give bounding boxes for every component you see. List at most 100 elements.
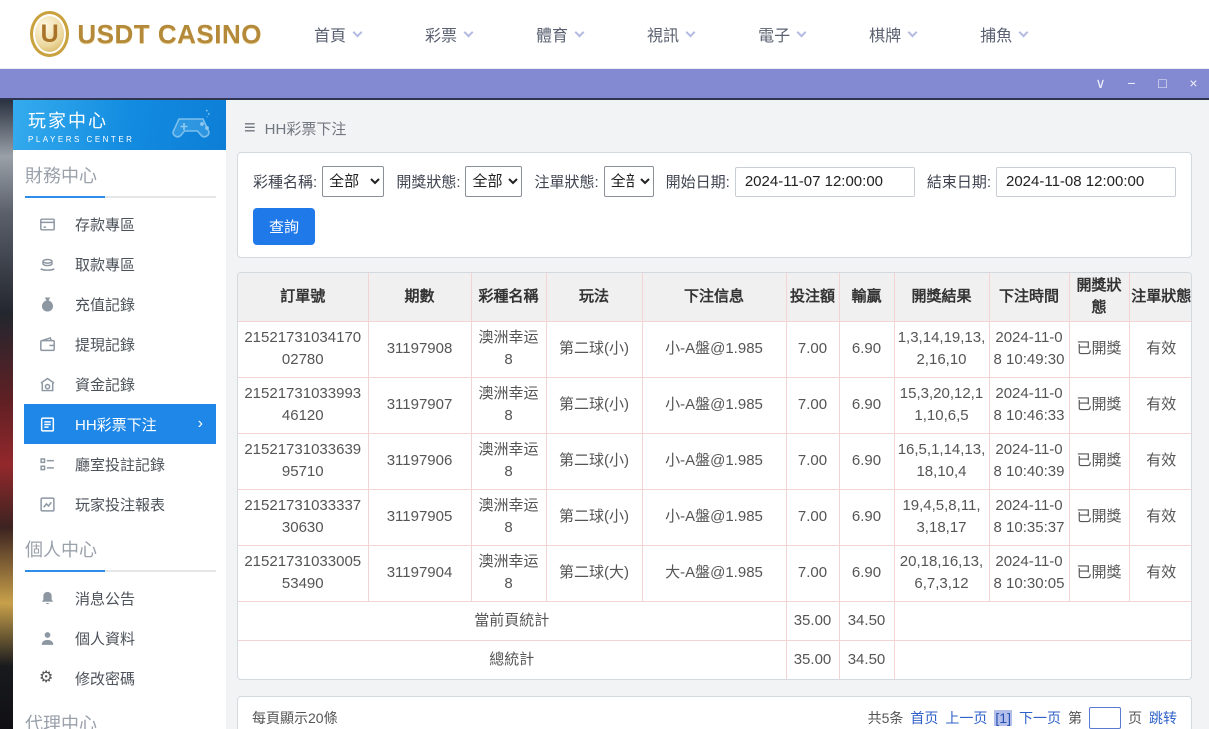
main-nav: 首頁 彩票 體育 視訊 電子 棋牌 捕魚 <box>314 22 1029 46</box>
first-page-link[interactable]: 首页 <box>910 708 938 728</box>
summary-winloss-total: 34.50 <box>838 600 895 641</box>
table-cell: 1,3,14,19,13,2,16,10 <box>893 320 990 378</box>
column-header: 下注信息 <box>641 273 787 322</box>
person-icon <box>39 630 56 647</box>
sidebar-item[interactable]: 消息公告 <box>24 578 216 618</box>
lottery-name-label: 彩種名稱: <box>253 174 318 191</box>
table-cell: 6.90 <box>838 544 895 602</box>
column-header: 開獎結果 <box>893 273 990 322</box>
nav-item-label: 捕魚 <box>980 28 1013 45</box>
jump-button[interactable]: 跳转 <box>1149 708 1177 728</box>
sidebar-item[interactable]: HH彩票下注 › <box>24 404 216 444</box>
table-cell: 2152173103300553490 <box>238 544 369 602</box>
close-icon[interactable]: × <box>1178 69 1209 98</box>
column-header: 彩種名稱 <box>470 273 547 322</box>
sidebar-item[interactable]: 廳室投註記錄 <box>24 444 216 484</box>
prev-page-link[interactable]: 上一页 <box>945 708 987 728</box>
nav-item[interactable]: 棋牌 <box>869 22 918 46</box>
summary-empty-cell <box>893 600 1191 641</box>
room-records-icon <box>39 456 56 473</box>
nav-item[interactable]: 首頁 <box>314 22 363 46</box>
sidebar-item-label: 提現記錄 <box>75 336 136 354</box>
lottery-name-select[interactable]: 全部 <box>322 166 385 197</box>
search-button[interactable]: 查詢 <box>253 208 316 245</box>
start-date-input[interactable] <box>734 166 915 197</box>
sidebar-item-label: HH彩票下注 <box>75 416 157 434</box>
draw-status-select[interactable]: 全部 <box>465 166 523 197</box>
table-row: 2152173103363995710 31197906 澳洲幸运8 第二球(小) 小-… <box>238 432 1191 490</box>
column-header: 訂單號 <box>238 273 369 322</box>
withdrawal-record-icon <box>39 336 56 353</box>
table-cell: 2024-11-08 10:46:33 <box>988 376 1070 434</box>
sidebar-menu: 存款專區 取款專區充值記錄提現記錄資金記錄 HH彩票下注 › 廳室投註記錄玩家投注報表 <box>13 204 226 524</box>
window-controls: ∨ − □ × <box>1085 69 1209 98</box>
summary-row: 當前頁統計 35.00 34.50 <box>238 600 1191 641</box>
end-date-label: 結束日期: <box>926 174 991 191</box>
sidebar-section-title: 財務中心 <box>25 166 97 186</box>
end-date-input[interactable] <box>996 166 1176 197</box>
sidebar-item[interactable]: 個人資料 <box>24 618 216 658</box>
chevron-down-icon[interactable]: ∨ <box>1085 69 1116 98</box>
table-row: 2152173103300553490 31197904 澳洲幸运8 第二球(大) 大-… <box>238 544 1191 602</box>
table-cell: 大-A盤@1.985 <box>641 544 787 602</box>
minimize-icon[interactable]: − <box>1116 69 1147 98</box>
next-page-link[interactable]: 下一页 <box>1019 708 1061 728</box>
nav-item[interactable]: 捕魚 <box>980 22 1029 46</box>
workspace: 玩家中心 PLAYERS CENTER 財務中心存款專區 取款專區充值記錄提現記錄… <box>0 100 1209 729</box>
nav-item[interactable]: 體育 <box>536 22 585 46</box>
report-icon <box>39 496 56 513</box>
sidebar-item[interactable]: 玩家投注報表 <box>24 484 216 524</box>
table-cell: 19,4,5,8,11,3,18,17 <box>893 488 990 546</box>
jump-page-input[interactable] <box>1089 707 1121 729</box>
sidebar-item[interactable]: 提現記錄 <box>24 324 216 364</box>
table-cell: 已開獎 <box>1068 376 1130 434</box>
gamepad-icon <box>166 107 218 148</box>
order-status-select[interactable]: 全部 <box>603 166 654 197</box>
order-status-label: 注單狀態: <box>534 174 599 191</box>
nav-item[interactable]: 彩票 <box>425 22 474 46</box>
sidebar-item[interactable]: 存款專區 <box>24 204 216 244</box>
column-header: 期數 <box>367 273 472 322</box>
menu-toggle-icon[interactable]: ≡ <box>244 118 256 138</box>
sidebar-item-label: 充值記錄 <box>75 296 136 314</box>
current-page-indicator[interactable]: [1] <box>994 710 1012 726</box>
players-center-banner: 玩家中心 PLAYERS CENTER <box>13 100 226 150</box>
nav-item[interactable]: 電子 <box>758 22 807 46</box>
site-logo[interactable]: U USDT CASINO <box>30 11 262 57</box>
table-cell: 有效 <box>1128 488 1191 546</box>
table-cell: 已開獎 <box>1068 432 1130 490</box>
nav-item-label: 首頁 <box>314 28 347 45</box>
table-cell: 6.90 <box>838 320 895 378</box>
recharge-record-icon <box>39 296 56 313</box>
sidebar-item[interactable]: 取款專區 <box>24 244 216 284</box>
sidebar-item-label: 廳室投註記錄 <box>75 456 166 474</box>
sidebar-item[interactable]: ⚙ 修改密碼 <box>24 658 216 698</box>
table-cell: 2152173103399346120 <box>238 376 369 434</box>
gear-icon: ⚙ <box>39 669 54 686</box>
table-cell: 16,5,1,14,13,18,10,4 <box>893 432 990 490</box>
column-header: 玩法 <box>545 273 643 322</box>
nav-item[interactable]: 視訊 <box>647 22 696 46</box>
site-top-bar: U USDT CASINO 首頁 彩票 體育 視訊 電子 棋牌 捕魚 <box>0 0 1209 69</box>
sidebar-item-label: 修改密碼 <box>75 670 136 688</box>
column-header: 輸贏 <box>838 273 895 322</box>
chevron-down-icon <box>463 27 474 37</box>
chevron-down-icon <box>907 27 918 37</box>
table-cell: 31197906 <box>367 432 472 490</box>
maximize-icon[interactable]: □ <box>1147 69 1178 98</box>
section-divider <box>25 196 216 198</box>
chevron-down-icon <box>352 27 363 37</box>
table-cell: 15,3,20,12,11,10,6,5 <box>893 376 990 434</box>
total-count-text: 共5条 <box>867 710 904 726</box>
table-row: 2152173103399346120 31197907 澳洲幸运8 第二球(小) 小-… <box>238 376 1191 434</box>
sidebar-item[interactable]: 充值記錄 <box>24 284 216 324</box>
chevron-down-icon <box>574 27 585 37</box>
column-header: 注單狀態 <box>1128 273 1191 322</box>
breadcrumb: ≡ HH彩票下注 <box>244 114 1192 142</box>
table-cell: 有效 <box>1128 432 1191 490</box>
table-cell: 7.00 <box>785 432 840 490</box>
sidebar-item[interactable]: 資金記錄 <box>24 364 216 404</box>
sidebar-section-title: 代理中心 <box>25 714 97 729</box>
table-cell: 澳洲幸运8 <box>470 488 547 546</box>
table-cell: 31197907 <box>367 376 472 434</box>
